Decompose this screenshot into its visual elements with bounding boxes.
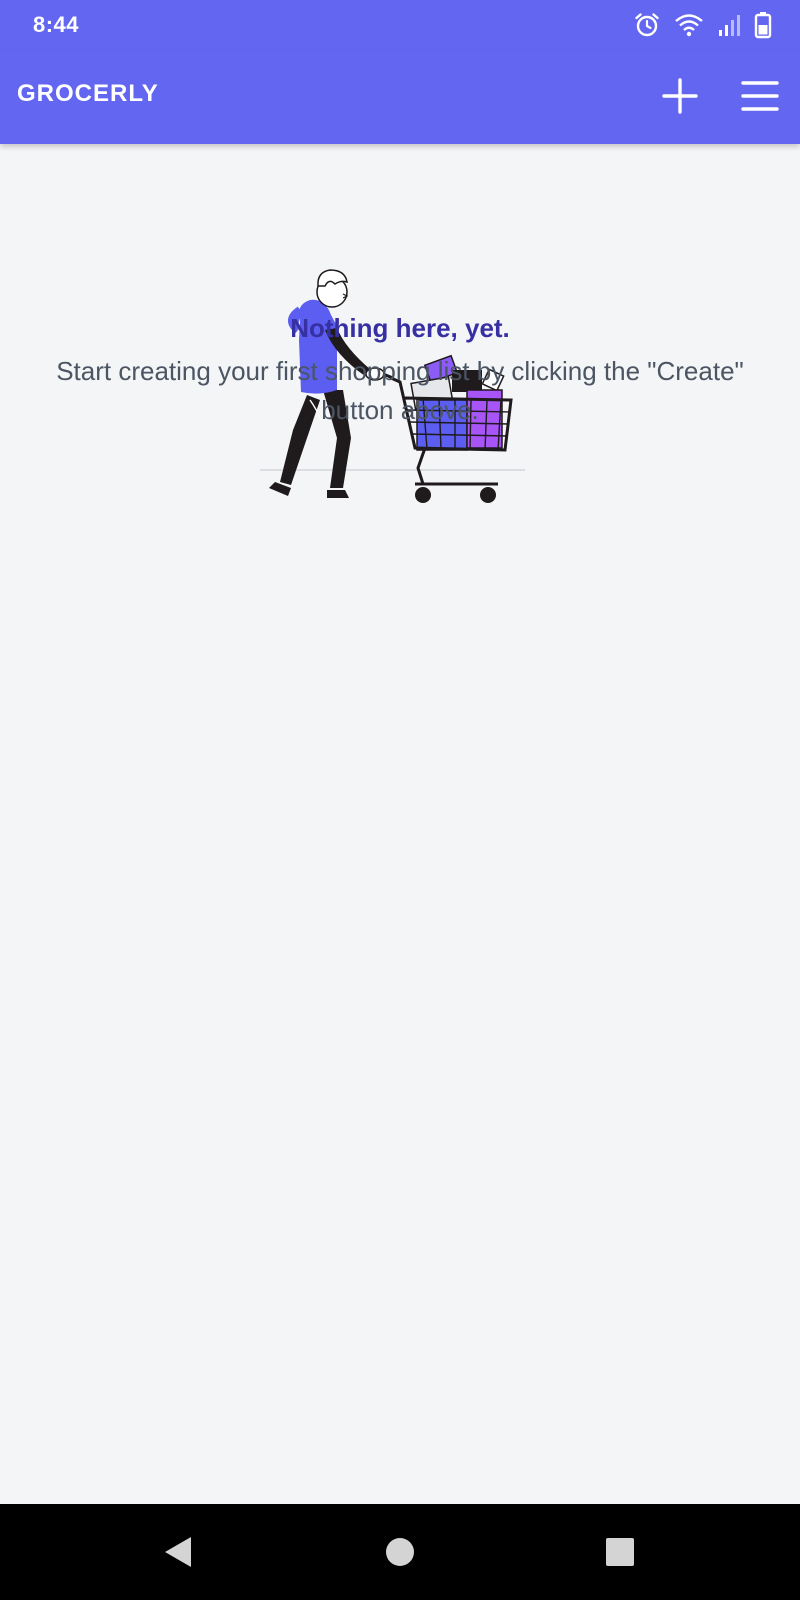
status-time: 8:44 bbox=[33, 12, 80, 37]
empty-state-title: Nothing here, yet. bbox=[290, 313, 510, 343]
back-icon bbox=[165, 1537, 191, 1567]
battery-icon bbox=[754, 12, 772, 39]
create-button[interactable] bbox=[656, 72, 704, 120]
menu-icon bbox=[741, 81, 779, 111]
menu-button[interactable] bbox=[736, 72, 784, 120]
status-bar: 8:44 bbox=[0, 0, 800, 50]
app-title: GROCERLY bbox=[17, 80, 159, 107]
signal-icon bbox=[719, 15, 740, 36]
recents-icon bbox=[606, 1538, 634, 1566]
system-navigation-bar bbox=[0, 1504, 800, 1600]
wifi-icon bbox=[675, 14, 703, 37]
home-icon bbox=[386, 1538, 414, 1566]
alarm-icon bbox=[635, 13, 659, 37]
status-icons bbox=[634, 10, 772, 40]
nav-back-button[interactable] bbox=[154, 1528, 202, 1576]
plus-icon bbox=[662, 78, 698, 114]
empty-state-description: Start creating your first shopping list … bbox=[56, 356, 744, 425]
nav-recents-button[interactable] bbox=[596, 1528, 644, 1576]
app-bar: GROCERLY bbox=[0, 50, 800, 144]
nav-home-button[interactable] bbox=[376, 1528, 424, 1576]
